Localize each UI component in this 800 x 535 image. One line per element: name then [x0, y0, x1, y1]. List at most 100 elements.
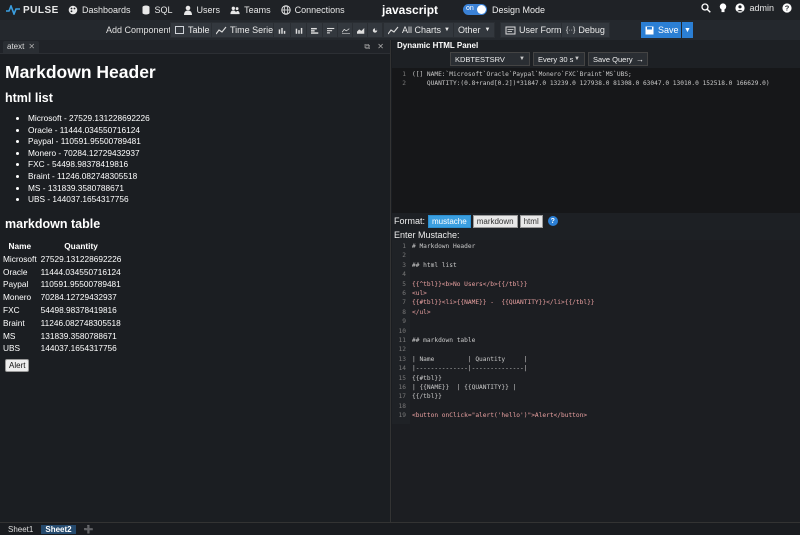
line-number: 9 — [402, 318, 406, 326]
add-time-series-button[interactable]: Time Series — [211, 22, 283, 38]
bar-horizontal-icon — [327, 27, 335, 33]
mustache-editor[interactable]: 1 # Markdown Header 2 3 ## html list 4 5 {{^tbl… — [392, 240, 800, 522]
code-line: ## markdown table — [412, 337, 476, 344]
interval-select[interactable]: Every 30 s ▼ — [533, 52, 585, 66]
add-pie-chart-button[interactable] — [367, 22, 383, 38]
debug-button[interactable]: {··} Debug — [561, 22, 610, 38]
nav-sql-label: SQL — [154, 5, 173, 15]
code-line: QUANTITY:(0.8+rand[0.2])*31847.0 13239.0… — [412, 80, 770, 87]
save-button[interactable]: Save — [641, 22, 681, 38]
nav-teams[interactable]: Teams — [230, 5, 271, 15]
column-header-quantity: Quantity — [64, 240, 98, 251]
line-number: 18 — [398, 402, 406, 410]
nav-users[interactable]: Users — [183, 5, 220, 15]
nav-dashboards-label: Dashboards — [82, 5, 131, 15]
list-item: FXC - 54498.98378419816 — [28, 159, 385, 171]
save-dropdown-icon[interactable]: ▼ — [682, 22, 693, 38]
line-number: 11 — [398, 337, 406, 344]
sheet-tab-2[interactable]: Sheet2 — [41, 524, 76, 534]
bar-chart-icon — [278, 27, 286, 34]
nav-sql[interactable]: SQL — [141, 5, 173, 15]
add-bar-chart-button[interactable] — [273, 22, 291, 38]
enter-mustache-label: Enter Mustache: — [394, 230, 460, 240]
add-time-series-label: Time Series — [230, 25, 278, 35]
pulse-logo-icon — [6, 5, 20, 15]
lightbulb-icon[interactable] — [719, 3, 727, 13]
dynamic-html-panel: Dynamic HTML Panel KDBTESTSRV ▼ Every 30… — [392, 40, 800, 522]
line-number: 5 — [402, 280, 406, 288]
table-cell-name: FXC — [3, 304, 20, 315]
format-label: Format: — [394, 216, 426, 226]
user-form-button[interactable]: User Form — [500, 22, 567, 38]
pie-chart-icon — [372, 27, 378, 33]
table-cell-quantity: 70284.12729432937 — [40, 292, 117, 303]
column-header-name: Name — [8, 240, 32, 251]
table-cell-quantity: 11444.034550716124 — [40, 266, 121, 277]
table-cell-name: MS — [3, 330, 16, 341]
left-tab-bar: atext ✕ ⧉ ✕ — [0, 40, 390, 54]
table-row: FXC 54498.98378419816 — [1, 304, 123, 317]
add-table-label: Table — [188, 25, 210, 35]
save-icon — [645, 26, 654, 34]
table-cell-name: Monero — [3, 292, 32, 303]
html-list-heading: html list — [5, 91, 53, 105]
table-cell-name: Oracle — [3, 266, 28, 277]
other-label: Other — [458, 25, 481, 35]
sheet-tabs: Sheet1 Sheet2 ➕ — [0, 522, 800, 535]
user-icon — [183, 5, 192, 15]
line-number: 14 — [398, 365, 406, 373]
help-icon[interactable]: ? — [782, 3, 792, 13]
users-icon — [230, 6, 240, 15]
save-query-button[interactable]: Save Query → — [588, 52, 648, 66]
format-markdown-button[interactable]: markdown — [472, 214, 518, 228]
server-select-value: KDBTESTSRV — [455, 54, 505, 64]
component-toolbar: Add Component: Table Time Series All Cha… — [0, 20, 800, 40]
format-html-button[interactable]: html — [519, 214, 543, 228]
query-editor[interactable]: 1 ([] NAME:`Microsoft`Oracle`Paypal`Mone… — [392, 68, 800, 213]
tab-atext[interactable]: atext ✕ — [3, 40, 40, 53]
user-menu[interactable]: admin — [735, 3, 774, 13]
sheet-tab-1[interactable]: Sheet1 — [4, 525, 37, 534]
close-tab-icon[interactable]: ✕ — [28, 42, 35, 51]
server-select[interactable]: KDBTESTSRV ▼ — [450, 52, 530, 66]
line-number: 6 — [402, 290, 406, 297]
other-button[interactable]: Other ▼ — [453, 22, 496, 38]
alert-button[interactable]: Alert — [5, 359, 30, 373]
toggle-label: on — [466, 5, 474, 12]
svg-text:?: ? — [785, 4, 790, 13]
code-line: <ul> — [412, 290, 427, 297]
search-icon[interactable] — [701, 3, 712, 13]
html-list: Microsoft - 27529.131228692226 Oracle - … — [28, 113, 385, 206]
interval-select-value: Every 30 s — [538, 54, 574, 64]
table-cell-quantity: 11246.082748305518 — [40, 317, 121, 328]
top-right-icons: admin ? — [693, 3, 792, 13]
charts-icon — [388, 26, 399, 34]
database-icon — [142, 5, 150, 15]
add-table-button[interactable]: Table — [170, 22, 215, 38]
markdown-output: Markdown Header html list Microsoft - 27… — [0, 54, 390, 376]
close-panel-icon[interactable]: ✕ — [377, 42, 384, 51]
query-controls: KDBTESTSRV ▼ Every 30 s ▼ Save Query → — [392, 51, 800, 68]
debug-label: Debug — [578, 25, 605, 35]
table-cell-name: Microsoft — [3, 253, 37, 264]
palette-icon — [68, 5, 78, 15]
pulse-logo[interactable]: PULSE — [6, 5, 68, 16]
nav-dashboards[interactable]: Dashboards — [68, 5, 131, 15]
list-item: MS - 131839.3580788671 — [28, 183, 385, 195]
design-mode-toggle[interactable]: on — [463, 4, 487, 15]
add-sheet-icon[interactable]: ➕ — [80, 525, 98, 534]
format-mustache-button[interactable]: mustache — [428, 214, 471, 228]
line-number: 1 — [402, 71, 406, 78]
all-charts-button[interactable]: All Charts ▼ — [383, 22, 455, 38]
time-series-icon — [216, 26, 227, 34]
list-item: UBS - 144037.1654317756 — [28, 194, 385, 206]
table-row: MS 131839.3580788671 — [1, 330, 123, 343]
format-help-icon[interactable]: ? — [547, 216, 558, 226]
list-item: Monero - 70284.12729432937 — [28, 148, 385, 160]
stacked-bar-icon — [295, 27, 303, 34]
nav-connections[interactable]: Connections — [280, 5, 345, 15]
popout-icon[interactable]: ⧉ — [364, 42, 370, 51]
table-cell-quantity: 54498.98378419816 — [40, 304, 117, 315]
code-line: ([] NAME:`Microsoft`Oracle`Paypal`Monero… — [412, 71, 632, 78]
line-number: 2 — [402, 252, 406, 260]
